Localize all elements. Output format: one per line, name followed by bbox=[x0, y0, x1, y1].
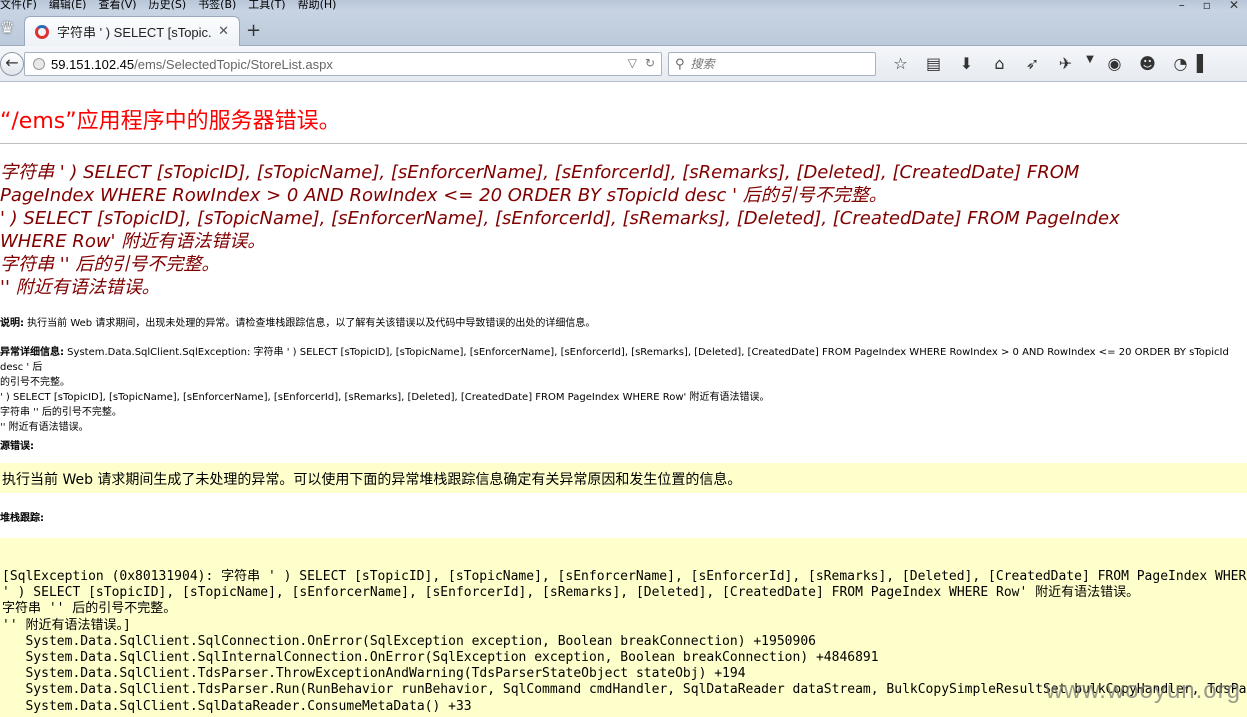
active-tab[interactable]: 字符串 ' ) SELECT [sTopic... ✕ bbox=[24, 16, 240, 46]
back-button[interactable]: ← bbox=[0, 52, 24, 76]
menu-tools[interactable]: 工具(T) bbox=[248, 0, 285, 12]
menu-edit[interactable]: 编辑(E) bbox=[49, 0, 87, 12]
menu-dropdown-icon[interactable]: ▼ bbox=[1082, 54, 1098, 73]
tab-title: 字符串 ' ) SELECT [sTopic... bbox=[57, 25, 213, 40]
divider bbox=[0, 143, 1247, 144]
exception-label: 异常详细信息: bbox=[0, 347, 64, 358]
close-tab-icon[interactable]: ✕ bbox=[218, 24, 229, 39]
menu-file[interactable]: 文件(F) bbox=[0, 0, 37, 12]
exception-text: System.Data.SqlClient.SqlException: 字符串 … bbox=[0, 347, 1229, 433]
tab-strip: ♛ 字符串 ' ) SELECT [sTopic... ✕ + bbox=[0, 12, 1247, 46]
address-bar-actions: ▽ ↻ bbox=[628, 56, 655, 70]
source-error-label: 源错误: bbox=[0, 441, 34, 452]
download-icon[interactable]: ⬇ bbox=[950, 54, 983, 73]
extension-icon[interactable]: ✈ bbox=[1049, 54, 1082, 73]
new-tab-button[interactable]: + bbox=[246, 20, 261, 41]
stack-trace-label: 堆栈跟踪: bbox=[0, 513, 44, 524]
account-icon[interactable]: ◔ bbox=[1164, 54, 1197, 73]
minimize-icon[interactable]: – bbox=[1179, 0, 1185, 12]
menu-help[interactable]: 帮助(H) bbox=[298, 0, 337, 12]
site-identity-icon[interactable] bbox=[33, 58, 45, 70]
toolbar-icons: ☆ ▤ ⬇ ⌂ ➶ ✈ ▼ ◉ ☻ ◔ ▌ bbox=[884, 54, 1209, 73]
description-label: 说明: bbox=[0, 318, 24, 329]
page-title: “/ems”应用程序中的服务器错误。 bbox=[0, 109, 341, 134]
back-arrow-icon: ← bbox=[5, 53, 19, 72]
exception-details: 异常详细信息: System.Data.SqlClient.SqlExcepti… bbox=[0, 345, 1247, 435]
url-host: 59.151.102.45 bbox=[51, 56, 135, 72]
browser-menu-icon[interactable]: ♛ bbox=[0, 18, 18, 40]
description-text: 执行当前 Web 请求期间，出现未处理的异常。请检查堆栈跟踪信息，以了解有关该错… bbox=[24, 318, 596, 329]
overflow-icon[interactable]: ▌ bbox=[1197, 54, 1209, 73]
menu-bar: 文件(F) 编辑(E) 查看(V) 历史(S) 书签(B) 工具(T) 帮助(H… bbox=[0, 0, 1247, 12]
chat-icon[interactable]: ☻ bbox=[1131, 54, 1164, 73]
send-icon[interactable]: ➶ bbox=[1016, 54, 1049, 73]
reload-icon[interactable]: ↻ bbox=[645, 56, 655, 70]
site-favicon-icon bbox=[35, 24, 49, 39]
menu-view[interactable]: 查看(V) bbox=[98, 0, 136, 12]
close-window-icon[interactable]: ✕ bbox=[1229, 0, 1239, 12]
navigation-toolbar: ← 59.151.102.45/ems/SelectedTopic/StoreL… bbox=[0, 46, 1247, 82]
window-controls: – ▫ ✕ bbox=[1179, 0, 1247, 12]
description: 说明: 执行当前 Web 请求期间，出现未处理的异常。请检查堆栈跟踪信息，以了解… bbox=[0, 316, 595, 331]
page-content: “/ems”应用程序中的服务器错误。 字符串 ' ) SELECT [sTopi… bbox=[0, 83, 1247, 717]
search-input[interactable] bbox=[690, 57, 861, 71]
search-icon: ⚲ bbox=[675, 56, 685, 72]
menu-history[interactable]: 历史(S) bbox=[149, 0, 187, 12]
url-path: /ems/SelectedTopic/StoreList.aspx bbox=[134, 56, 333, 72]
reading-list-icon[interactable]: ▤ bbox=[917, 54, 950, 73]
error-message: 字符串 ' ) SELECT [sTopicID], [sTopicName],… bbox=[0, 162, 1120, 298]
source-error-box: 执行当前 Web 请求期间生成了未处理的异常。可以使用下面的异常堆栈跟踪信息确定… bbox=[0, 463, 1247, 493]
address-bar[interactable]: 59.151.102.45/ems/SelectedTopic/StoreLis… bbox=[24, 52, 662, 76]
maximize-icon[interactable]: ▫ bbox=[1203, 0, 1211, 12]
home-icon[interactable]: ⌂ bbox=[983, 54, 1016, 73]
search-bar[interactable]: ⚲ bbox=[668, 52, 876, 76]
menu-list: 文件(F) 编辑(E) 查看(V) 历史(S) 书签(B) 工具(T) 帮助(H… bbox=[0, 0, 336, 12]
menu-bookmarks[interactable]: 书签(B) bbox=[198, 0, 236, 12]
bookmark-star-icon[interactable]: ☆ bbox=[884, 54, 917, 73]
addon-icon[interactable]: ◉ bbox=[1098, 54, 1131, 73]
watermark: www.wooyun.org bbox=[1045, 677, 1241, 704]
dropdown-arrow-icon[interactable]: ▽ bbox=[628, 56, 637, 70]
